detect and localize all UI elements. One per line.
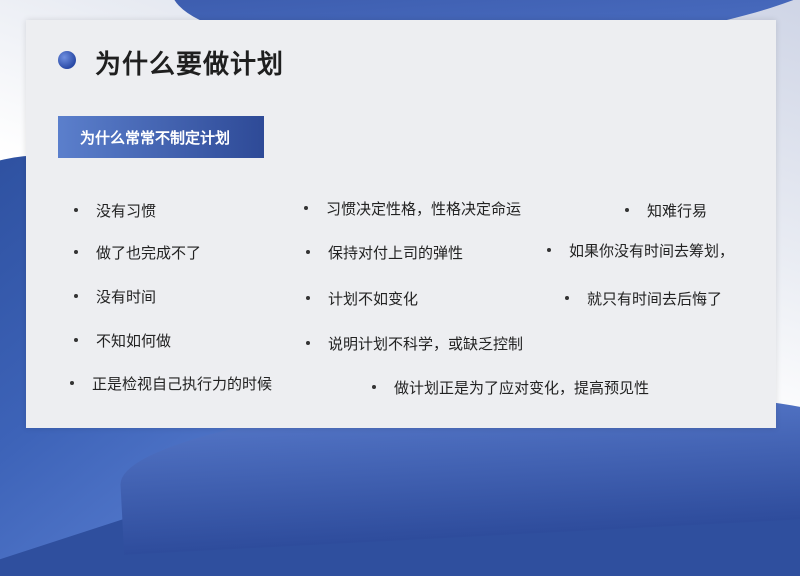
list-item: 计划不如变化 — [306, 288, 418, 309]
list-item: 知难行易 — [625, 200, 707, 221]
list-item: 就只有时间去后悔了 — [565, 288, 722, 309]
bullet-dot-icon — [625, 207, 629, 212]
list-item: 如果你没有时间去筹划， — [547, 240, 734, 261]
list-item: 不知如何做 — [74, 330, 171, 351]
subtitle-text: 为什么常常不制定计划 — [80, 128, 231, 147]
slide-card — [26, 20, 776, 428]
bullet-dot-icon — [304, 205, 308, 210]
bullet-dot-icon — [74, 207, 78, 212]
bullet-dot-icon — [74, 293, 78, 298]
title-bullet-icon — [58, 51, 76, 69]
list-item: 没有习惯 — [74, 200, 156, 221]
bullet-dot-icon — [306, 340, 310, 345]
bullet-dot-icon — [70, 380, 74, 385]
list-item: 正是检视自己执行力的时候 — [70, 373, 272, 394]
bullet-dot-icon — [306, 249, 310, 254]
list-item: 做计划正是为了应对变化，提高预见性 — [372, 377, 649, 398]
list-item: 做了也完成不了 — [74, 242, 201, 263]
bullet-dot-icon — [372, 384, 376, 389]
bullet-dot-icon — [74, 337, 78, 342]
list-item: 保持对付上司的弹性 — [306, 242, 463, 263]
subtitle-banner: 为什么常常不制定计划 — [58, 116, 264, 158]
bullet-dot-icon — [306, 295, 310, 300]
bullet-dot-icon — [74, 249, 78, 254]
bullet-dot-icon — [547, 247, 551, 252]
list-item: 习惯决定性格，性格决定命运 — [304, 198, 521, 219]
page-title: 为什么要做计划 — [95, 50, 285, 80]
list-item: 没有时间 — [74, 286, 156, 307]
bullet-dot-icon — [565, 295, 569, 300]
list-item: 说明计划不科学，或缺乏控制 — [306, 333, 523, 354]
